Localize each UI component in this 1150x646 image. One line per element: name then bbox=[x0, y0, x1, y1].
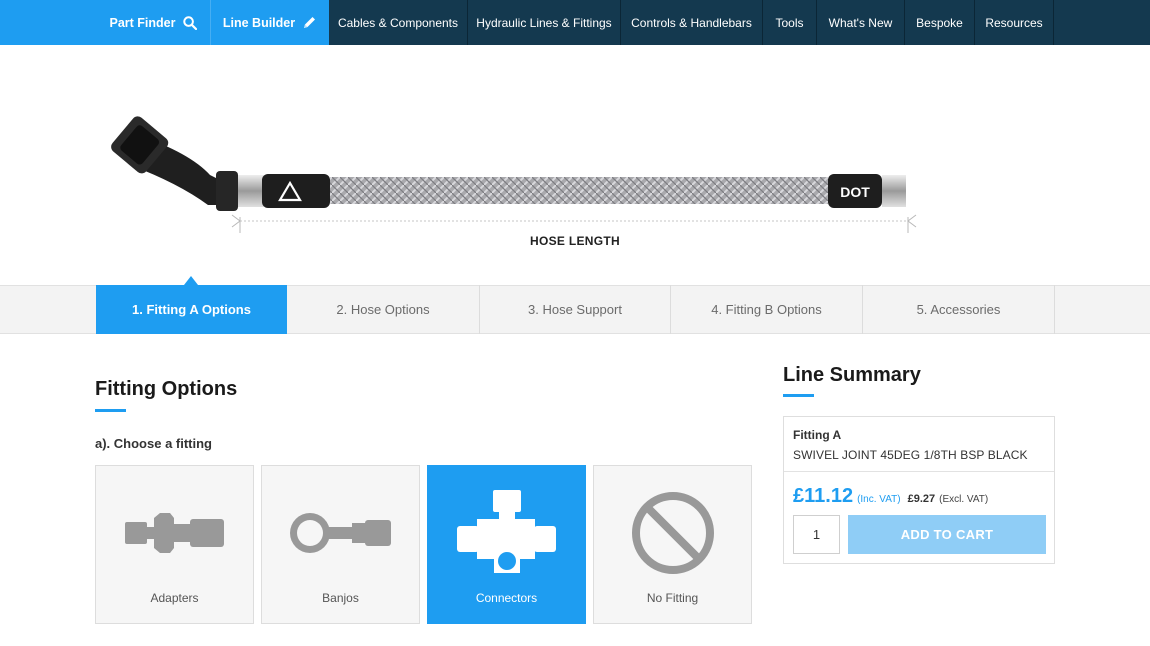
nav-item-label: What's New bbox=[828, 15, 893, 30]
hose-length-label: HOSE LENGTH bbox=[530, 234, 620, 248]
nav-item-label: Controls & Handlebars bbox=[631, 15, 752, 30]
fitting-option-label: Banjos bbox=[322, 591, 359, 605]
tab-fitting-a-options[interactable]: 1. Fitting A Options bbox=[96, 285, 287, 334]
nav-item-cables-components[interactable]: Cables & Components bbox=[329, 0, 468, 45]
nav-item-label: Cables & Components bbox=[337, 15, 459, 30]
nav-item-label: Bespoke bbox=[916, 15, 963, 30]
dot-mark: DOT bbox=[840, 184, 870, 200]
price-row: £11.12 (Inc. VAT) £9.27 (Excl. VAT) bbox=[793, 485, 988, 508]
tab-label: 1. Fitting A Options bbox=[132, 302, 251, 317]
fitting-option-label: Connectors bbox=[475, 591, 538, 605]
top-navigation: Part Finder Line Builder Cables & Compon… bbox=[0, 0, 1150, 45]
line-summary-panel: Fitting A SWIVEL JOINT 45DEG 1/8TH BSP B… bbox=[783, 416, 1055, 564]
step-tabs: 1. Fitting A Options 2. Hose Options 3. … bbox=[0, 285, 1150, 334]
active-step-pointer bbox=[184, 276, 198, 285]
quantity-input[interactable] bbox=[793, 515, 840, 554]
fitting-options-title: Fitting Options bbox=[95, 378, 238, 400]
price-inc-vat: £11.12 bbox=[793, 485, 854, 507]
title-underline bbox=[95, 409, 126, 412]
line-preview: DOT HOSE LENGTH bbox=[0, 45, 1150, 285]
tab-accessories[interactable]: 5. Accessories bbox=[863, 285, 1055, 334]
excl-vat-label: (Excl. VAT) bbox=[939, 494, 989, 505]
nav-item-label: Hydraulic Lines & Fittings bbox=[476, 15, 612, 30]
add-to-cart-button[interactable]: ADD TO CART bbox=[848, 515, 1046, 554]
nav-item-tools[interactable]: Tools bbox=[763, 0, 817, 45]
nav-item-whats-new[interactable]: What's New bbox=[817, 0, 905, 45]
search-icon bbox=[182, 15, 197, 30]
choose-fitting-label: a). Choose a fitting bbox=[95, 436, 212, 451]
tab-fitting-b-options[interactable]: 4. Fitting B Options bbox=[671, 285, 863, 334]
fitting-option-label: No Fitting bbox=[646, 591, 699, 605]
tab-label: 2. Hose Options bbox=[336, 302, 430, 317]
fitting-option-adapters[interactable]: Adapters bbox=[95, 465, 254, 624]
tab-hose-support[interactable]: 3. Hose Support bbox=[480, 285, 671, 334]
nav-item-controls-handlebars[interactable]: Controls & Handlebars bbox=[621, 0, 763, 45]
tab-label: 4. Fitting B Options bbox=[711, 302, 822, 317]
nav-part-finder[interactable]: Part Finder bbox=[96, 0, 211, 45]
nav-line-builder[interactable]: Line Builder bbox=[211, 0, 329, 45]
fitting-option-no-fitting[interactable]: No Fitting bbox=[593, 465, 752, 624]
nav-item-label: Resources bbox=[985, 15, 1043, 30]
inc-vat-label: (Inc. VAT) bbox=[857, 494, 901, 505]
summary-divider bbox=[784, 471, 1054, 472]
price-ex-vat: £9.27 bbox=[907, 493, 936, 505]
nav-item-bespoke[interactable]: Bespoke bbox=[905, 0, 975, 45]
tab-label: 3. Hose Support bbox=[528, 302, 622, 317]
nav-line-builder-label: Line Builder bbox=[222, 15, 296, 30]
nav-item-hydraulic-lines[interactable]: Hydraulic Lines & Fittings bbox=[468, 0, 621, 45]
tab-label: 5. Accessories bbox=[916, 302, 1001, 317]
tab-hose-options[interactable]: 2. Hose Options bbox=[287, 285, 480, 334]
nav-item-label: Tools bbox=[775, 15, 804, 30]
pencil-icon bbox=[304, 17, 316, 28]
summary-underline bbox=[783, 394, 814, 397]
nav-item-resources[interactable]: Resources bbox=[975, 0, 1054, 45]
fitting-option-connectors[interactable]: Connectors bbox=[427, 465, 586, 624]
fitting-option-banjos[interactable]: Banjos bbox=[261, 465, 420, 624]
nav-part-finder-label: Part Finder bbox=[109, 15, 176, 30]
hose-line-image: DOT bbox=[111, 116, 917, 233]
fitting-a-label: Fitting A bbox=[793, 428, 842, 442]
line-summary-title: Line Summary bbox=[783, 364, 921, 386]
fitting-a-value: SWIVEL JOINT 45DEG 1/8TH BSP BLACK bbox=[793, 448, 1028, 462]
fitting-option-label: Adapters bbox=[150, 591, 199, 605]
